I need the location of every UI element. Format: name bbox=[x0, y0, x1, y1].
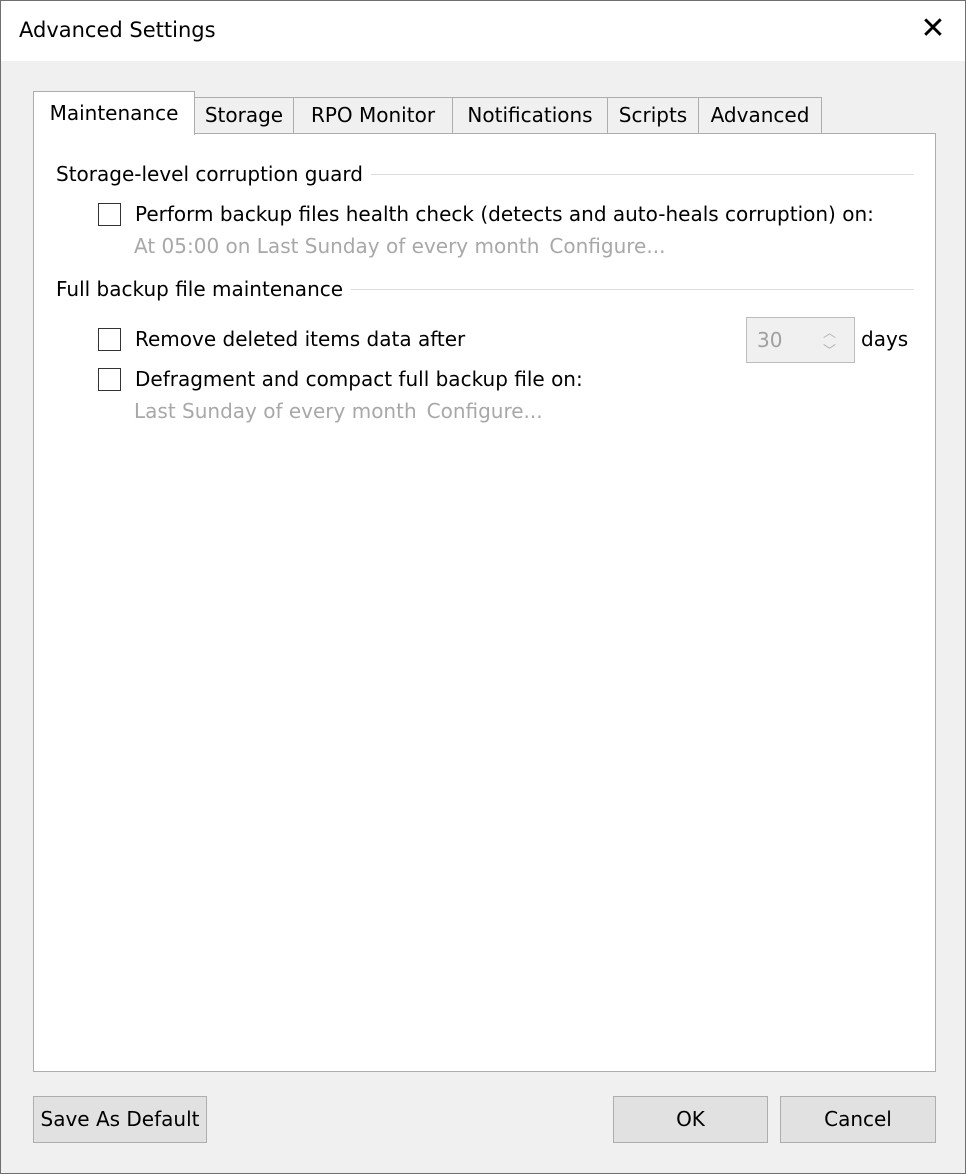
defragment-schedule: Last Sunday of every month Configure... bbox=[134, 399, 553, 423]
tab-maintenance[interactable]: Maintenance bbox=[33, 91, 195, 135]
divider bbox=[351, 288, 914, 290]
chevron-down-icon[interactable]: ﹀ bbox=[823, 340, 836, 359]
group-heading: Storage-level corruption guard bbox=[56, 162, 363, 186]
health-check-checkbox[interactable] bbox=[98, 202, 121, 226]
title-bar: Advanced Settings ✕ bbox=[1, 1, 965, 61]
chevron-up-icon[interactable]: ︿ bbox=[823, 322, 836, 341]
ok-button[interactable]: OK bbox=[613, 1096, 768, 1143]
tab-rpo-monitor[interactable]: RPO Monitor bbox=[293, 97, 453, 134]
remove-deleted-checkbox[interactable] bbox=[98, 327, 121, 351]
full-maintenance-group: Full backup file maintenance bbox=[56, 277, 914, 301]
tab-storage[interactable]: Storage bbox=[194, 97, 294, 134]
dialog-title: Advanced Settings bbox=[19, 18, 216, 42]
health-check-option[interactable]: Perform backup files health check (detec… bbox=[98, 202, 874, 226]
configure-link[interactable]: Configure... bbox=[549, 234, 665, 258]
schedule-text: At 05:00 on Last Sunday of every month bbox=[134, 234, 540, 258]
maintenance-panel: Storage-level corruption guard Perform b… bbox=[33, 133, 936, 1072]
defragment-label: Defragment and compact full backup file … bbox=[135, 367, 583, 391]
days-value: 30 bbox=[757, 328, 783, 352]
days-stepper[interactable]: 30 ︿ ﹀ bbox=[746, 317, 855, 363]
advanced-settings-dialog: Advanced Settings ✕ Maintenance Storage … bbox=[0, 0, 966, 1174]
defragment-checkbox[interactable] bbox=[98, 367, 121, 391]
health-check-label: Perform backup files health check (detec… bbox=[135, 202, 874, 226]
divider bbox=[370, 173, 914, 175]
corruption-guard-group: Storage-level corruption guard bbox=[56, 162, 914, 186]
close-icon[interactable]: ✕ bbox=[915, 11, 951, 47]
save-as-default-button[interactable]: Save As Default bbox=[33, 1096, 207, 1143]
cancel-button[interactable]: Cancel bbox=[780, 1096, 936, 1143]
defragment-option[interactable]: Defragment and compact full backup file … bbox=[98, 367, 583, 391]
remove-deleted-option[interactable]: Remove deleted items data after bbox=[98, 327, 465, 351]
tab-advanced[interactable]: Advanced bbox=[698, 97, 822, 134]
health-check-schedule: At 05:00 on Last Sunday of every month Co… bbox=[134, 234, 675, 258]
days-unit-label: days bbox=[861, 327, 909, 351]
tab-notifications[interactable]: Notifications bbox=[452, 97, 608, 134]
group-heading: Full backup file maintenance bbox=[56, 277, 344, 301]
configure-link[interactable]: Configure... bbox=[427, 399, 543, 423]
remove-deleted-label: Remove deleted items data after bbox=[135, 327, 466, 351]
tab-scripts[interactable]: Scripts bbox=[607, 97, 699, 134]
schedule-text: Last Sunday of every month bbox=[134, 399, 417, 423]
